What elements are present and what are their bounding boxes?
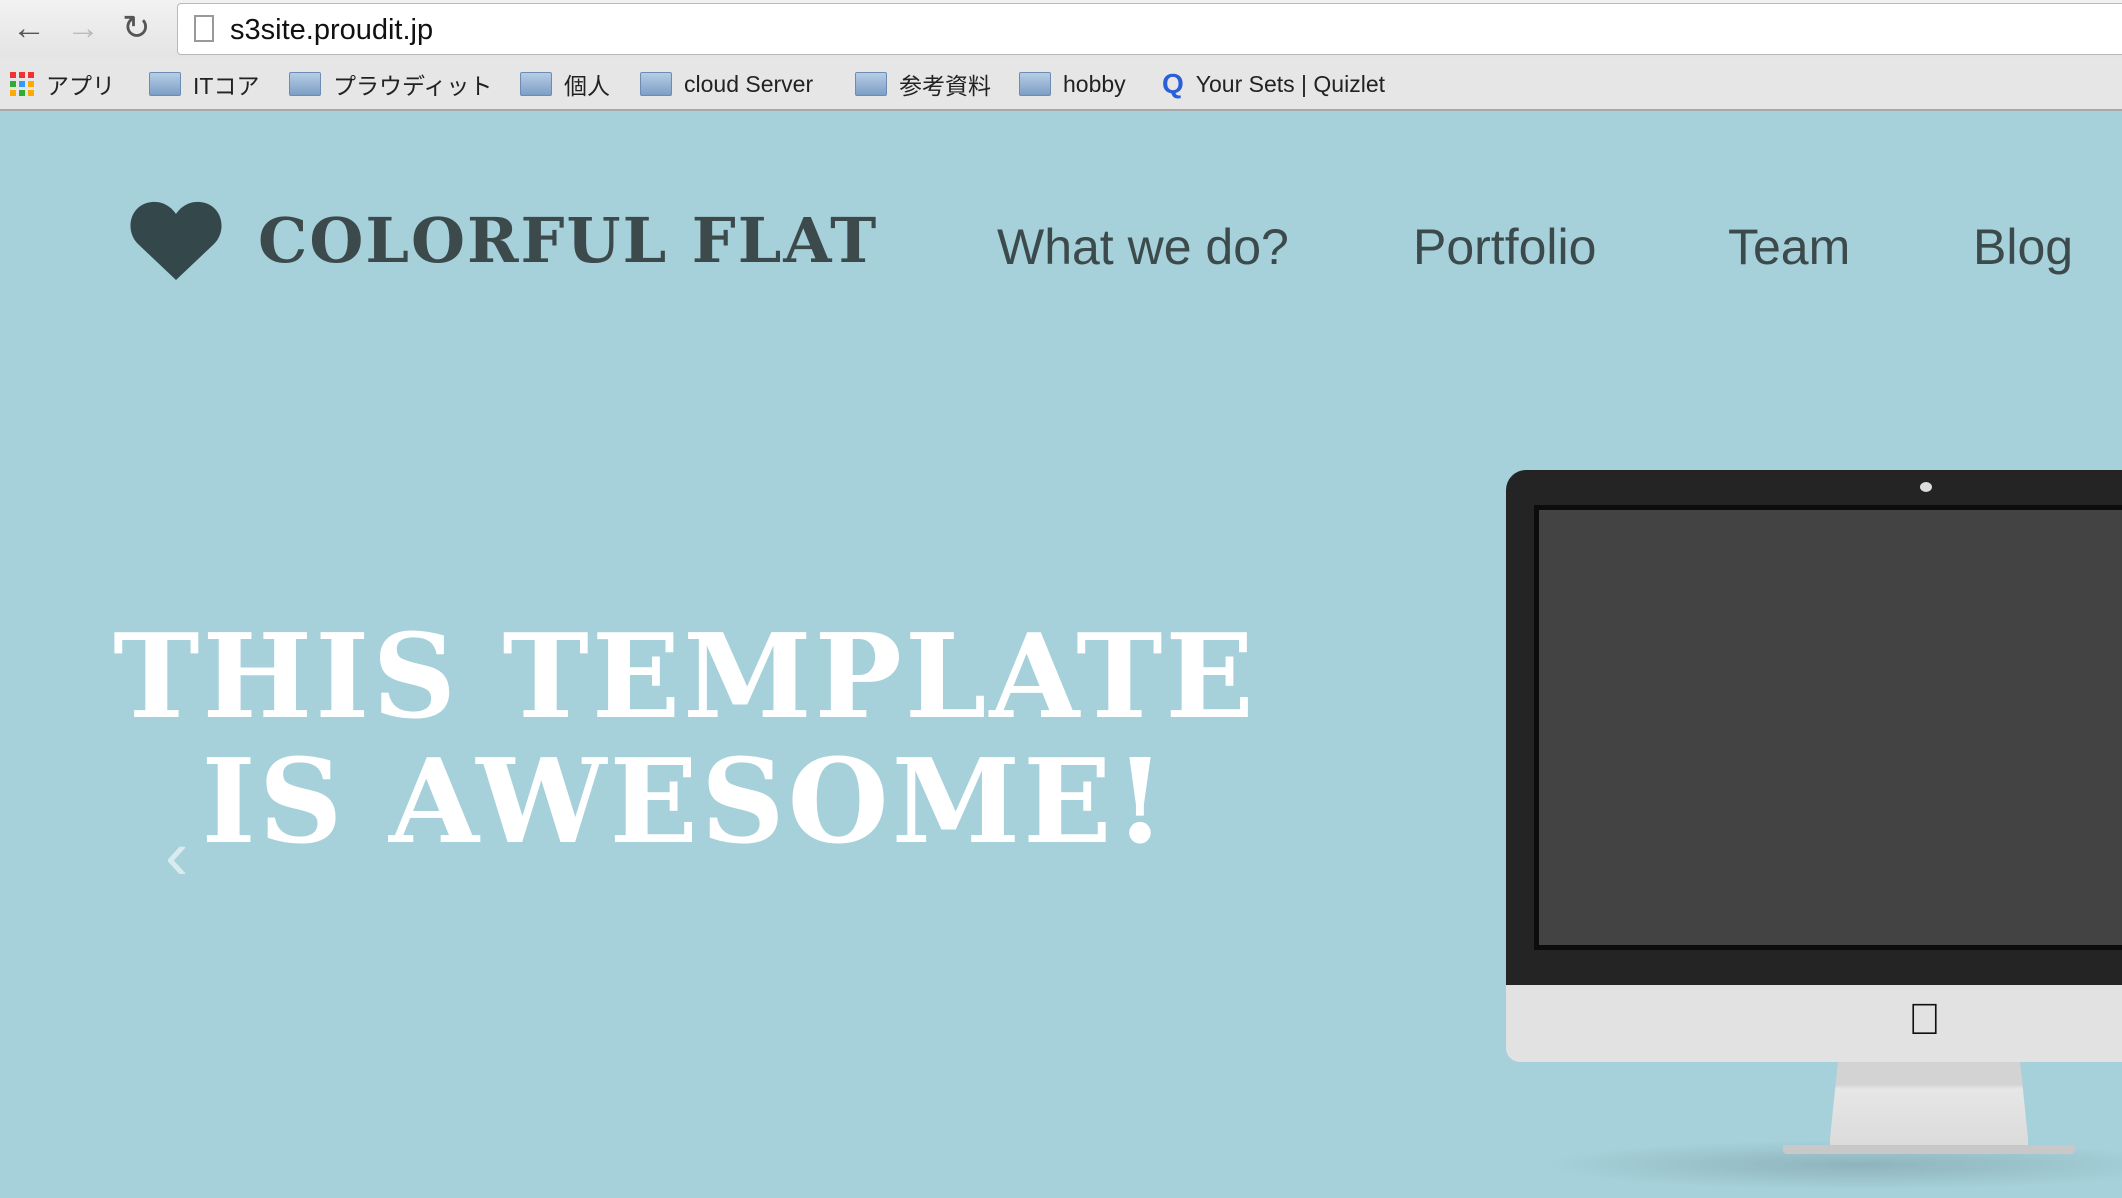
bookmark-label: プラウディット [333, 73, 493, 99]
monitor-screen [1534, 505, 2122, 950]
hero-line-1: THIS TEMPLATE [113, 609, 1257, 745]
bookmark-label: Your Sets | Quizlet [1195, 70, 1386, 97]
nav-what-we-do[interactable]: What we do? [997, 218, 1289, 276]
bookmark-label: アプリ [46, 73, 115, 99]
bookmark-label: 個人 [564, 73, 610, 99]
apple-logo-icon:  [1908, 995, 1941, 1045]
bookmark-folder[interactable]: hobby [1019, 69, 1126, 99]
heart-icon [130, 201, 222, 280]
bookmark-label: hobby [1063, 70, 1126, 97]
bookmark-label: ITコア [193, 73, 260, 99]
nav-blog[interactable]: Blog [1973, 218, 2073, 276]
nav-team[interactable]: Team [1728, 218, 1850, 276]
bookmark-folder[interactable]: 参考資料 [855, 69, 991, 99]
folder-icon [289, 72, 321, 96]
bookmark-folder[interactable]: ITコア [149, 69, 259, 99]
monitor-stand [1830, 1062, 2028, 1152]
back-button[interactable]: ← [12, 10, 46, 46]
bookmark-folder[interactable]: 個人 [520, 69, 610, 99]
logo-text: COLORFUL FLAT [258, 203, 879, 277]
monitor-base [1783, 1145, 2075, 1154]
bookmark-label: 参考資料 [899, 73, 991, 99]
folder-icon [640, 72, 672, 96]
quizlet-icon: Q [1162, 68, 1184, 99]
camera-icon [1920, 482, 1932, 492]
folder-icon [149, 72, 181, 96]
page-icon [194, 15, 214, 42]
folder-icon [1019, 72, 1051, 96]
url-text[interactable]: s3site.proudit.jp [230, 14, 433, 47]
nav-portfolio[interactable]: Portfolio [1413, 218, 1596, 276]
folder-icon [855, 72, 887, 96]
bookmark-apps[interactable]: アプリ [10, 69, 115, 99]
imac-monitor-illustration [1506, 470, 2122, 985]
folder-icon [520, 72, 552, 96]
bookmark-quizlet[interactable]: Q Your Sets | Quizlet [1162, 68, 1386, 99]
bookmark-folder[interactable]: cloud Server [640, 69, 813, 99]
forward-button[interactable]: → [66, 10, 100, 46]
browser-toolbar: ← → ↻ s3site.proudit.jp [0, 0, 2122, 57]
bookmark-folder[interactable]: プラウディット [289, 69, 492, 99]
hero-headline: THIS TEMPLATE IS AWESOME! [100, 615, 1270, 865]
address-bar[interactable]: s3site.proudit.jp [177, 3, 2122, 55]
monitor-chin [1506, 985, 2122, 1062]
hero-line-2: IS AWESOME! [201, 734, 1169, 870]
apps-grid-icon [10, 72, 34, 96]
bookmark-label: cloud Server [684, 70, 814, 97]
reload-button[interactable]: ↻ [122, 10, 151, 46]
slider-prev-chevron-icon[interactable]: ‹ [165, 815, 188, 895]
bookmarks-bar: アプリ ITコア プラウディット 個人 cloud Server 参考資料 ho… [0, 57, 2122, 111]
site-logo[interactable]: COLORFUL FLAT [130, 200, 878, 280]
